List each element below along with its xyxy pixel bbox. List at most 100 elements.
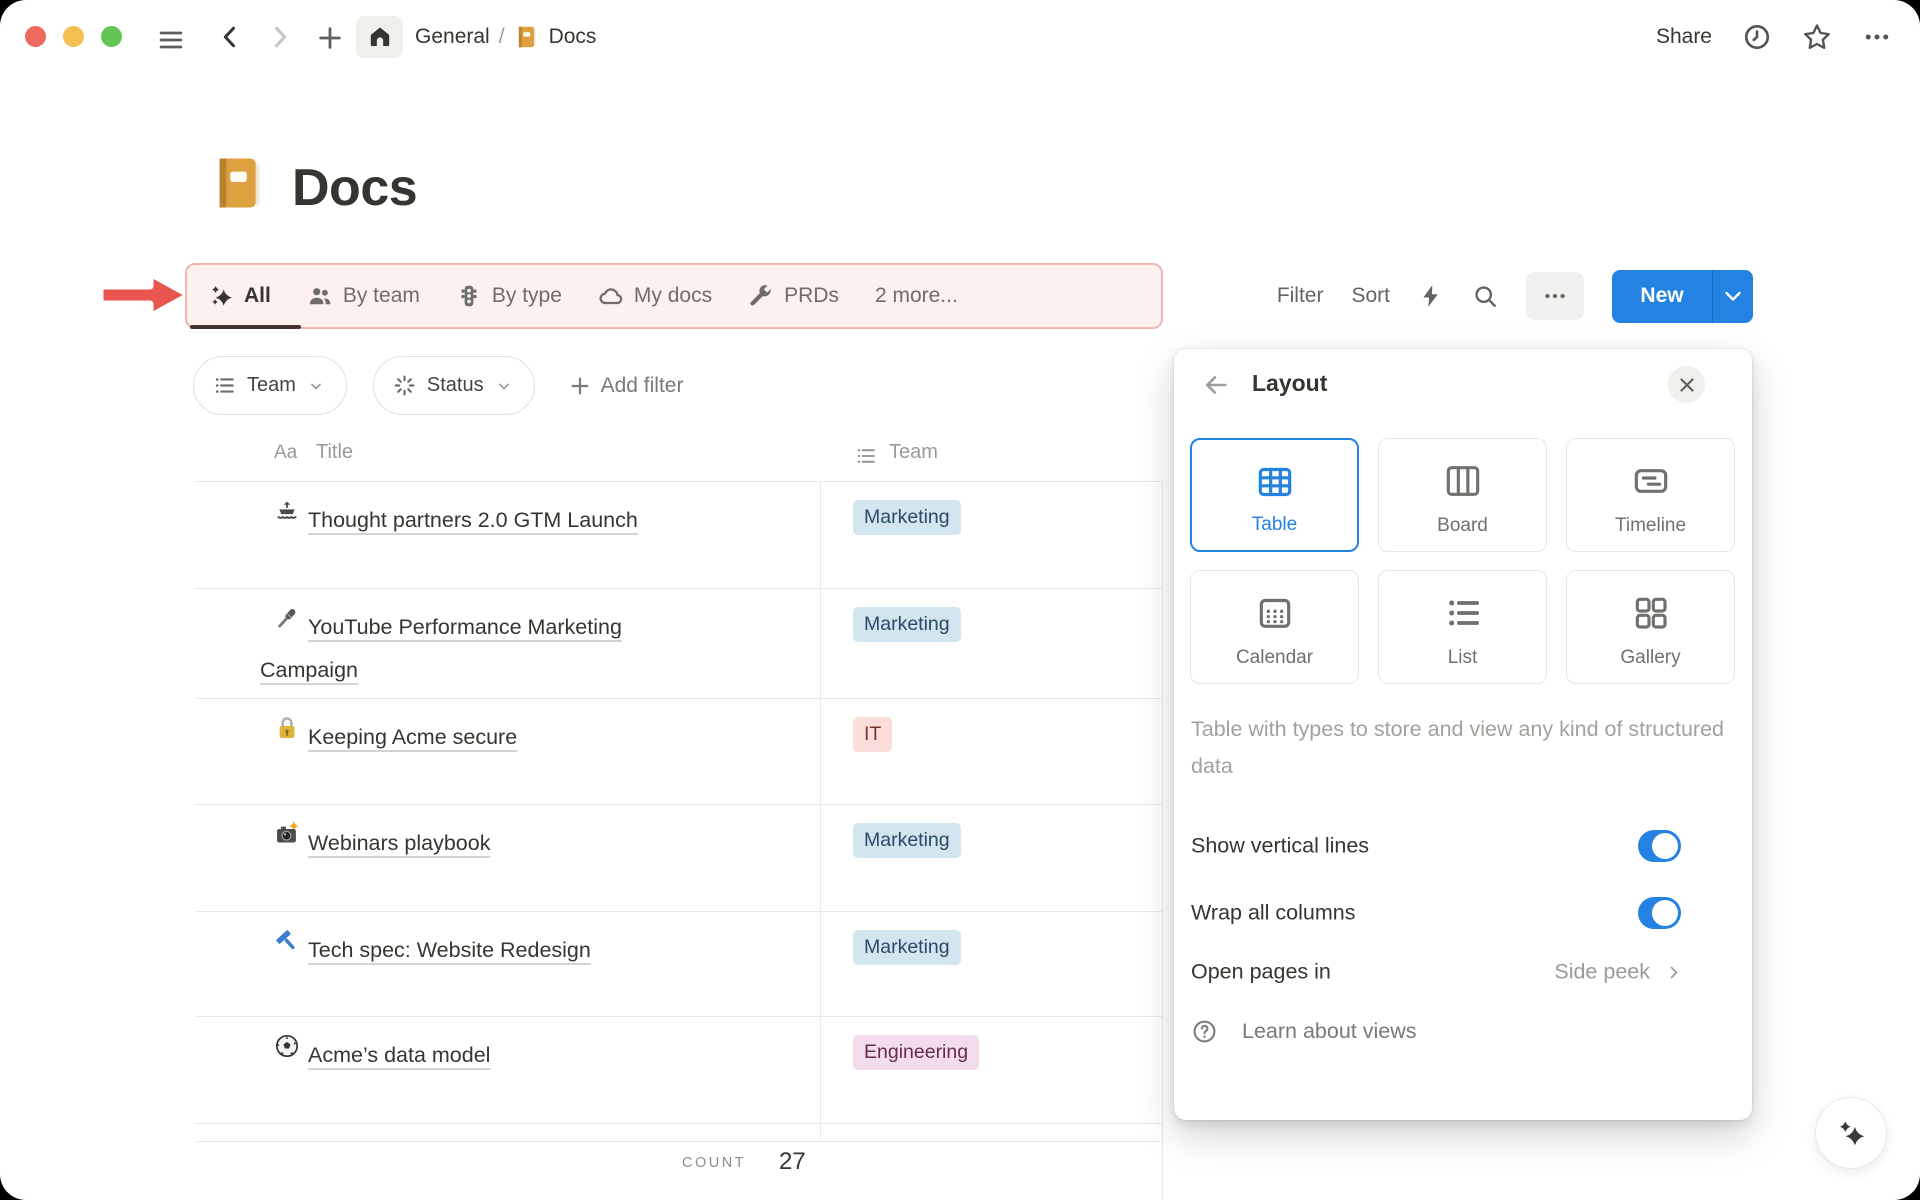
toggle-knob <box>1652 833 1678 859</box>
cloud-icon <box>598 283 624 309</box>
layout-option-calendar[interactable]: Calendar <box>1190 570 1359 684</box>
team-tag[interactable]: Engineering <box>853 1035 979 1070</box>
layout-option-board[interactable]: Board <box>1378 438 1547 552</box>
filter-chip-label: Status <box>427 374 484 397</box>
column-header-team[interactable]: Team <box>889 441 938 464</box>
setting-open-pages-in: Open pages inSide peek <box>1191 949 1736 995</box>
view-tab-2-more[interactable]: 2 more... <box>875 284 958 308</box>
row-title-link[interactable]: Keeping Acme secure <box>260 716 670 759</box>
plus-icon <box>569 375 591 397</box>
window-zoom-button[interactable] <box>101 26 122 47</box>
more-options-icon[interactable] <box>1862 22 1892 52</box>
table-header-row: Aa Title Team <box>195 430 1163 482</box>
filter-chip-label: Team <box>247 374 296 397</box>
people-icon <box>307 283 333 309</box>
board-view-icon <box>1443 461 1483 501</box>
add-filter-label: Add filter <box>601 374 684 398</box>
table-row[interactable]: Webinars playbook Marketing <box>195 805 1163 912</box>
row-title-link[interactable]: Webinars playbook <box>260 822 670 865</box>
view-tab-label: All <box>244 284 271 308</box>
ellipsis-icon <box>1542 283 1568 309</box>
table-row[interactable]: Thought partners 2.0 GTM Launch Marketing <box>195 482 1163 589</box>
view-tab-by-team[interactable]: By team <box>307 283 420 309</box>
breadcrumb-workspace[interactable]: General <box>415 25 490 49</box>
setting-show-vertical-lines: Show vertical lines <box>1191 823 1736 869</box>
new-dropdown-icon[interactable] <box>1713 284 1753 308</box>
list-icon <box>212 373 237 398</box>
new-button[interactable]: New <box>1612 270 1753 323</box>
help-icon <box>1191 1018 1218 1045</box>
layout-option-list[interactable]: List <box>1378 570 1547 684</box>
breadcrumb-page[interactable]: Docs <box>549 25 597 49</box>
layout-panel: Layout TableBoardTimelineCalendarListGal… <box>1174 349 1752 1120</box>
filter-chip-status[interactable]: Status <box>373 356 535 415</box>
learn-label: Learn about views <box>1242 1019 1417 1044</box>
view-tab-all[interactable]: All <box>208 283 271 309</box>
home-button[interactable] <box>356 16 403 58</box>
team-tag[interactable]: Marketing <box>853 823 961 858</box>
filter-chip-team[interactable]: Team <box>193 356 347 415</box>
gallery-view-icon <box>1631 593 1671 633</box>
table-row[interactable]: Tech spec: Website Redesign Marketing <box>195 912 1163 1017</box>
layout-option-label: Timeline <box>1567 515 1734 537</box>
view-tab-prds[interactable]: PRDs <box>748 283 839 309</box>
chevron-down-icon <box>494 376 514 396</box>
toggle-on[interactable] <box>1638 830 1681 862</box>
view-tab-by-type[interactable]: By type <box>456 283 562 309</box>
sort-button[interactable]: Sort <box>1351 284 1390 308</box>
notion-ai-button[interactable] <box>1815 1097 1887 1169</box>
list-view-icon <box>1443 593 1483 633</box>
table-row[interactable]: YouTube Performance Marketing Campaign Ma… <box>195 589 1163 699</box>
new-button-label: New <box>1612 284 1712 308</box>
page-title[interactable]: Docs <box>292 158 417 218</box>
toggle-on[interactable] <box>1638 897 1681 929</box>
column-divider[interactable] <box>820 481 821 1140</box>
side-peek-selector[interactable]: Side peek <box>1554 960 1684 985</box>
layout-option-gallery[interactable]: Gallery <box>1566 570 1735 684</box>
panel-close-button[interactable] <box>1668 366 1705 403</box>
history-icon[interactable] <box>1742 22 1772 52</box>
setting-wrap-all-columns: Wrap all columns <box>1191 890 1736 936</box>
layout-option-table[interactable]: Table <box>1190 438 1359 552</box>
setting-value: Side peek <box>1554 960 1650 985</box>
sidebar-menu-icon[interactable] <box>157 26 185 54</box>
new-page-icon[interactable] <box>316 24 344 52</box>
learn-about-views-link[interactable]: Learn about views <box>1191 1013 1417 1049</box>
search-icon[interactable] <box>1472 283 1498 309</box>
view-tab-label: My docs <box>634 284 712 308</box>
team-tag[interactable]: Marketing <box>853 500 961 535</box>
forward-icon[interactable] <box>266 23 294 51</box>
ai-sparkles-icon <box>1833 1115 1869 1151</box>
table-row[interactable]: Keeping Acme secure IT <box>195 699 1163 805</box>
automation-bolt-icon[interactable] <box>1418 283 1444 309</box>
layout-description: Table with types to store and view any k… <box>1191 711 1726 785</box>
row-title-link[interactable]: Tech spec: Website Redesign <box>260 929 670 972</box>
favorite-star-icon[interactable] <box>1802 22 1832 52</box>
page-icon[interactable] <box>208 152 270 214</box>
view-options-button[interactable] <box>1526 272 1584 320</box>
sparkles-icon <box>208 283 234 309</box>
column-header-title[interactable]: Title <box>316 441 353 464</box>
window-close-button[interactable] <box>25 26 46 47</box>
setting-label: Show vertical lines <box>1191 834 1369 859</box>
team-tag[interactable]: IT <box>853 717 892 752</box>
notebook-icon <box>514 24 540 50</box>
view-tab-my-docs[interactable]: My docs <box>598 283 712 309</box>
layout-option-label: Gallery <box>1567 647 1734 669</box>
filter-button[interactable]: Filter <box>1277 284 1324 308</box>
panel-back-icon[interactable] <box>1202 371 1230 399</box>
back-icon[interactable] <box>216 23 244 51</box>
count-label[interactable]: COUNT <box>682 1155 746 1171</box>
view-tab-label: By team <box>343 284 420 308</box>
table-row[interactable]: Acme’s data model Engineering <box>195 1017 1163 1124</box>
share-button[interactable]: Share <box>1656 25 1712 49</box>
table-right-edge[interactable] <box>1162 481 1163 1200</box>
window-minimize-button[interactable] <box>63 26 84 47</box>
row-title-link[interactable]: Acme’s data model <box>260 1034 670 1077</box>
row-title-link[interactable]: Thought partners 2.0 GTM Launch <box>260 499 670 542</box>
team-tag[interactable]: Marketing <box>853 930 961 965</box>
team-tag[interactable]: Marketing <box>853 607 961 642</box>
row-title-link[interactable]: YouTube Performance Marketing Campaign <box>260 606 670 692</box>
add-filter-button[interactable]: Add filter <box>569 374 684 398</box>
layout-option-timeline[interactable]: Timeline <box>1566 438 1735 552</box>
